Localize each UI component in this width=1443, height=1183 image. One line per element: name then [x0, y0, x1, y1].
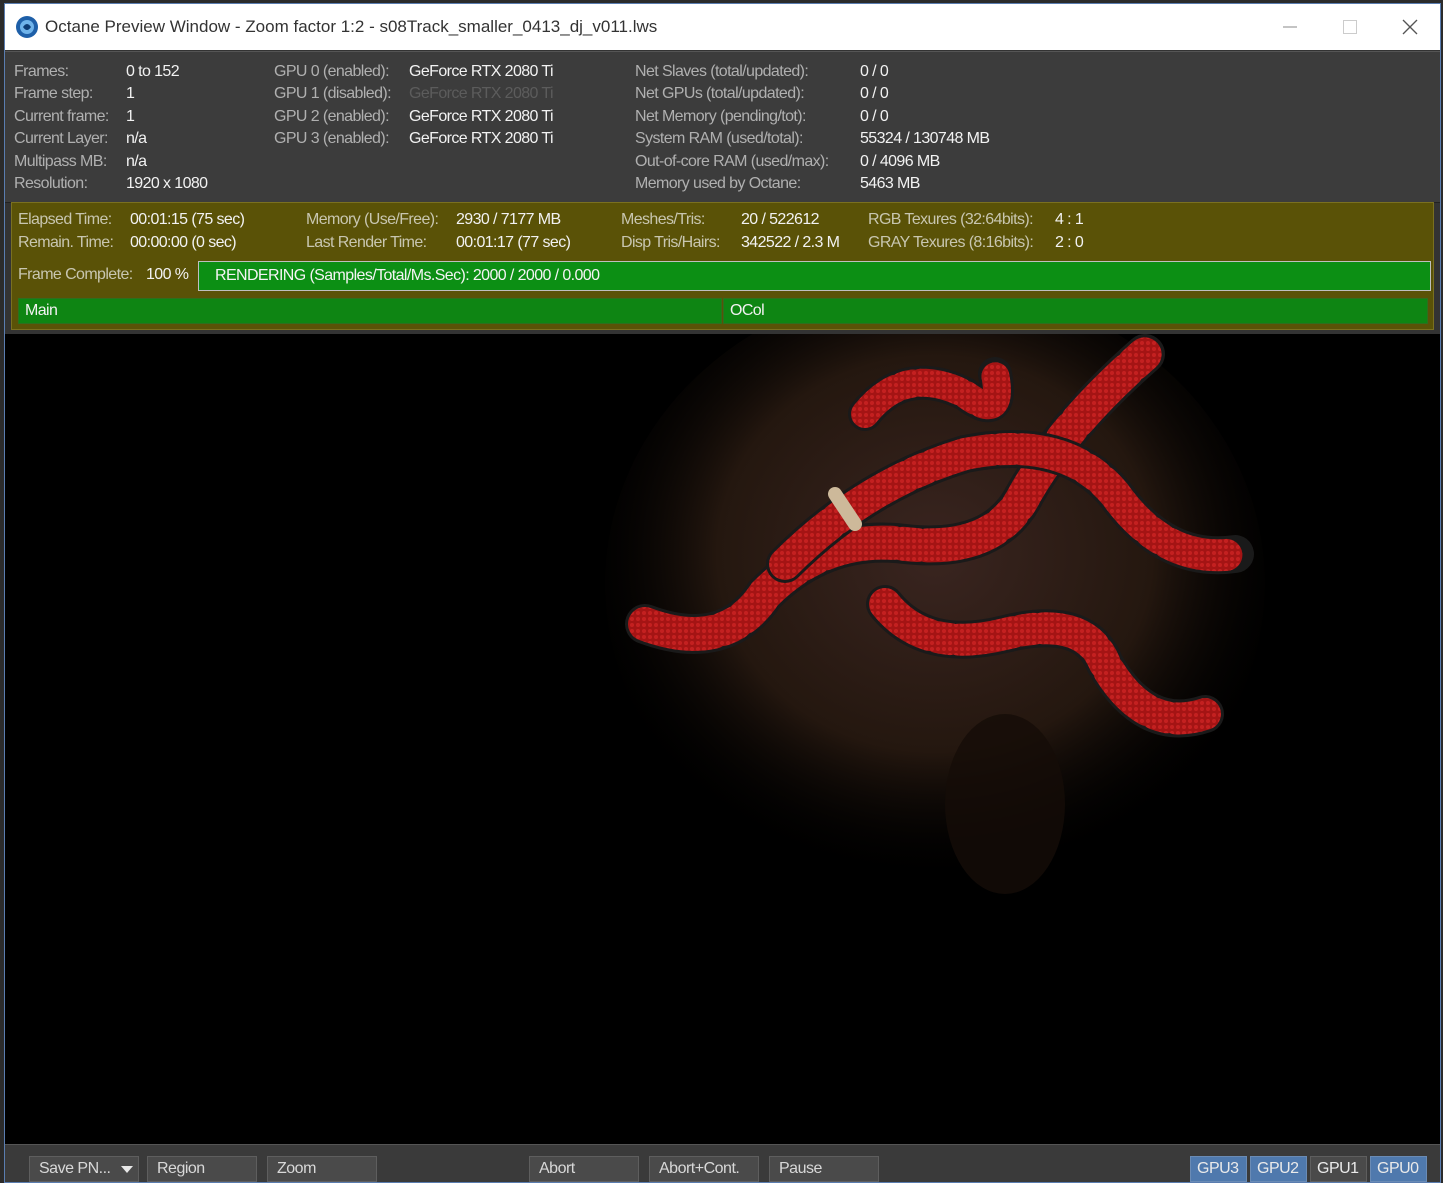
remain-label: Remain. Time:: [18, 234, 114, 251]
meshes-value: 20 / 522612: [741, 211, 820, 228]
net-memory-value: 0 / 0: [860, 108, 889, 125]
net-memory-label: Net Memory (pending/tot):: [635, 108, 806, 125]
net-gpus-value: 0 / 0: [860, 85, 889, 102]
title-bar[interactable]: Octane Preview Window - Zoom factor 1:2 …: [5, 4, 1440, 50]
gpu-2-label: GPU 2 (enabled):: [274, 108, 390, 125]
elapsed-value: 00:01:15 (75 sec): [130, 211, 245, 228]
save-label: Save PN...: [39, 1160, 111, 1177]
resolution-value: 1920 x 1080: [126, 175, 208, 192]
meshes-label: Meshes/Tris:: [621, 211, 705, 228]
system-ram-value: 55324 / 130748 MB: [860, 130, 990, 147]
gray-tex-label: GRAY Texures (8:16bits):: [868, 234, 1034, 251]
gpu2-toggle[interactable]: GPU2: [1250, 1156, 1307, 1182]
current-layer-value: n/a: [126, 130, 147, 147]
stats-panel: Frames: 0 to 152 Frame step: 1 Current f…: [5, 51, 1440, 203]
dropdown-arrow-icon: [121, 1166, 133, 1173]
frame-step-label: Frame step:: [14, 85, 93, 102]
elapsed-label: Elapsed Time:: [18, 211, 112, 228]
rgb-tex-label: RGB Texures (32:64bits):: [868, 211, 1034, 228]
progress-text: RENDERING (Samples/Total/Ms.Sec): 2000 /…: [215, 267, 600, 284]
render-viewport[interactable]: [5, 334, 1440, 1144]
frame-complete-label: Frame Complete:: [18, 266, 133, 283]
pass-tab-label: OCol: [730, 302, 765, 319]
octane-logo-icon: [16, 16, 38, 38]
rgb-tex-value: 4 : 1: [1055, 211, 1084, 228]
gpu-3-name: GeForce RTX 2080 Ti: [409, 130, 554, 147]
memory-value: 2930 / 7177 MB: [456, 211, 561, 228]
rendered-image: [605, 334, 1265, 894]
pass-tab-main[interactable]: Main: [18, 298, 722, 324]
gpu-0-name: GeForce RTX 2080 Ti: [409, 63, 554, 80]
window-title: Octane Preview Window - Zoom factor 1:2 …: [45, 17, 658, 36]
ooc-ram-label: Out-of-core RAM (used/max):: [635, 153, 829, 170]
frame-complete-value: 100 %: [146, 266, 189, 283]
maximize-icon: [1343, 20, 1357, 34]
gpu-1-label: GPU 1 (disabled):: [274, 85, 392, 102]
close-icon: [1402, 19, 1418, 35]
minimize-button[interactable]: [1260, 4, 1320, 50]
gpu3-toggle[interactable]: GPU3: [1190, 1156, 1247, 1182]
octane-mem-label: Memory used by Octane:: [635, 175, 801, 192]
abort-cont-button[interactable]: Abort+Cont.: [649, 1156, 759, 1182]
gpu-0-label: GPU 0 (enabled):: [274, 63, 390, 80]
gpu-3-label: GPU 3 (enabled):: [274, 130, 390, 147]
region-button[interactable]: Region: [147, 1156, 257, 1182]
gray-tex-value: 2 : 0: [1055, 234, 1084, 251]
disp-value: 342522 / 2.3 M: [741, 234, 840, 251]
last-render-label: Last Render Time:: [306, 234, 427, 251]
resolution-label: Resolution:: [14, 175, 88, 192]
current-frame-value: 1: [126, 108, 135, 125]
multipass-label: Multipass MB:: [14, 153, 107, 170]
net-gpus-label: Net GPUs (total/updated):: [635, 85, 805, 102]
gpu1-toggle[interactable]: GPU1: [1310, 1156, 1367, 1182]
pause-button[interactable]: Pause: [769, 1156, 879, 1182]
ooc-ram-value: 0 / 4096 MB: [860, 153, 940, 170]
abort-button[interactable]: Abort: [529, 1156, 639, 1182]
gpu-1-name: GeForce RTX 2080 Ti: [409, 85, 554, 102]
memory-label: Memory (Use/Free):: [306, 211, 439, 228]
current-frame-label: Current frame:: [14, 108, 109, 125]
frames-label: Frames:: [14, 63, 69, 80]
render-status-panel: Elapsed Time: 00:01:15 (75 sec) Remain. …: [11, 202, 1434, 330]
pass-tab-label: Main: [25, 302, 58, 319]
pass-tab-ocol[interactable]: OCol: [723, 298, 1428, 324]
octane-mem-value: 5463 MB: [860, 175, 920, 192]
octane-preview-window: Octane Preview Window - Zoom factor 1:2 …: [4, 3, 1441, 1183]
save-png-dropdown[interactable]: Save PN...: [29, 1156, 139, 1182]
multipass-value: n/a: [126, 153, 147, 170]
gpu-2-name: GeForce RTX 2080 Ti: [409, 108, 554, 125]
last-render-value: 00:01:17 (77 sec): [456, 234, 571, 251]
frames-value: 0 to 152: [126, 63, 180, 80]
bottom-toolbar: Save PN... Region Zoom Abort Abort+Cont.…: [5, 1144, 1440, 1182]
render-progress-bar: RENDERING (Samples/Total/Ms.Sec): 2000 /…: [198, 261, 1431, 291]
frame-step-value: 1: [126, 85, 135, 102]
system-ram-label: System RAM (used/total):: [635, 130, 803, 147]
minimize-icon: [1283, 26, 1297, 28]
disp-label: Disp Tris/Hairs:: [621, 234, 720, 251]
gpu0-toggle[interactable]: GPU0: [1370, 1156, 1427, 1182]
zoom-button[interactable]: Zoom: [267, 1156, 377, 1182]
current-layer-label: Current Layer:: [14, 130, 108, 147]
maximize-button[interactable]: [1320, 4, 1380, 50]
net-slaves-label: Net Slaves (total/updated):: [635, 63, 809, 80]
net-slaves-value: 0 / 0: [860, 63, 889, 80]
close-button[interactable]: [1380, 4, 1440, 50]
remain-value: 00:00:00 (0 sec): [130, 234, 237, 251]
